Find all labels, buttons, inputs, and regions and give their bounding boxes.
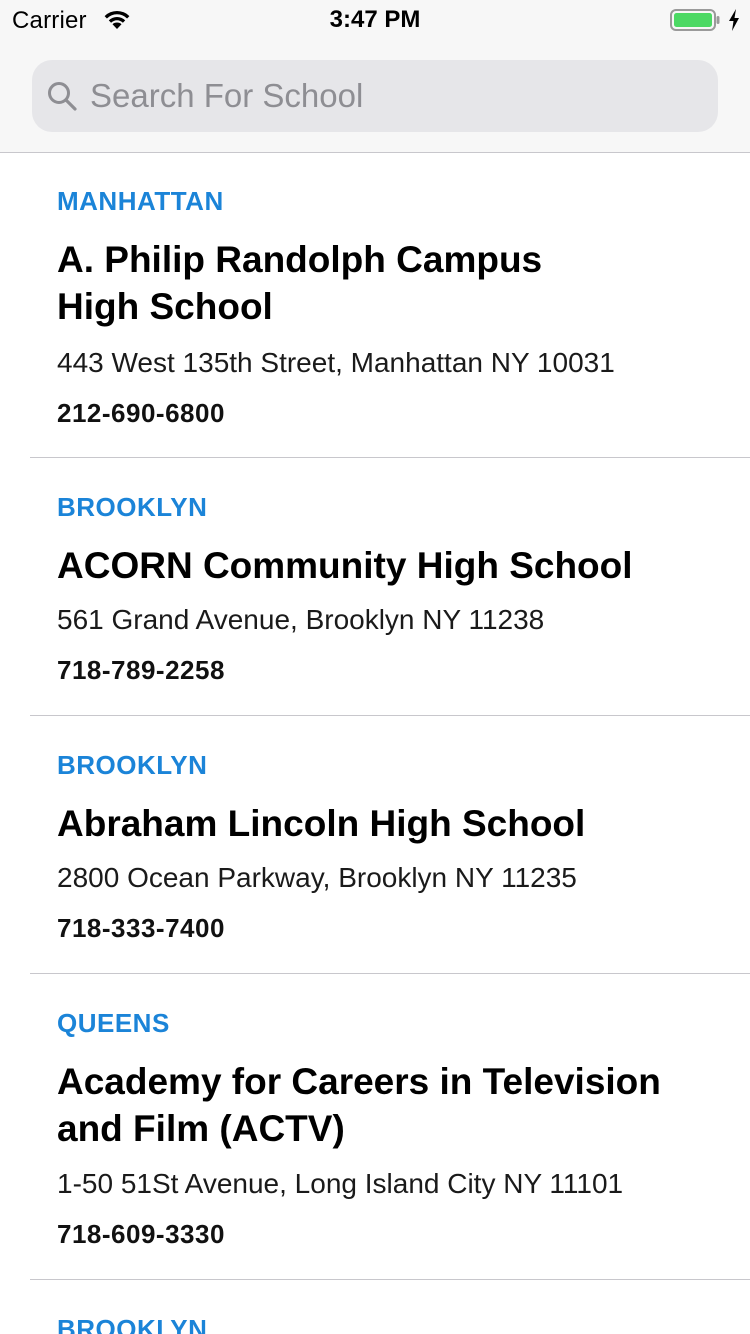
charging-bolt-icon: [728, 8, 740, 32]
school-row[interactable]: BROOKLYN: [0, 1280, 750, 1334]
search-input[interactable]: [90, 60, 700, 132]
school-borough: QUEENS: [57, 1008, 170, 1038]
school-list[interactable]: MANHATTAN A. Philip Randolph Campus High…: [0, 153, 750, 1334]
school-phone[interactable]: 718-789-2258: [57, 655, 225, 686]
school-borough: BROOKLYN: [57, 492, 208, 522]
status-bar: Carrier 3:47 PM: [0, 0, 750, 40]
school-row[interactable]: BROOKLYN Abraham Lincoln High School 280…: [0, 716, 750, 974]
school-name-line: ACORN Community High School: [57, 545, 633, 586]
school-name: Academy for Careers in Television and Fi…: [57, 1058, 697, 1152]
school-address: 1-50 51St Avenue, Long Island City NY 11…: [57, 1168, 624, 1199]
school-name-line: A. Philip Randolph Campus: [57, 239, 543, 280]
school-name: ACORN Community High School: [57, 542, 697, 589]
search-field[interactable]: [32, 60, 718, 132]
school-name-line: and Film (ACTV): [57, 1108, 345, 1149]
school-borough: BROOKLYN: [57, 750, 208, 780]
status-time: 3:47 PM: [329, 6, 421, 33]
school-borough: BROOKLYN: [57, 1314, 208, 1334]
search-icon: [47, 81, 77, 111]
school-phone[interactable]: 718-333-7400: [57, 913, 225, 944]
school-name-line: Academy for Careers in Television: [57, 1061, 661, 1102]
school-address: 443 West 135th Street, Manhattan NY 1003…: [57, 347, 615, 378]
school-address: 561 Grand Avenue, Brooklyn NY 11238: [57, 604, 545, 635]
school-row[interactable]: QUEENS Academy for Careers in Television…: [0, 974, 750, 1280]
school-row[interactable]: MANHATTAN A. Philip Randolph Campus High…: [0, 153, 750, 458]
school-borough: MANHATTAN: [57, 186, 224, 216]
school-address: 2800 Ocean Parkway, Brooklyn NY 11235: [57, 862, 577, 893]
school-name: A. Philip Randolph Campus High School: [57, 236, 697, 330]
school-phone[interactable]: 212-690-6800: [57, 398, 225, 429]
school-name-line: High School: [57, 286, 273, 327]
school-name: Abraham Lincoln High School: [57, 800, 697, 847]
battery-icon: [670, 9, 720, 31]
school-row[interactable]: BROOKLYN ACORN Community High School 561…: [0, 458, 750, 716]
school-name-line: Abraham Lincoln High School: [57, 803, 586, 844]
school-phone[interactable]: 718-609-3330: [57, 1219, 225, 1250]
search-bar-container: [0, 40, 750, 153]
